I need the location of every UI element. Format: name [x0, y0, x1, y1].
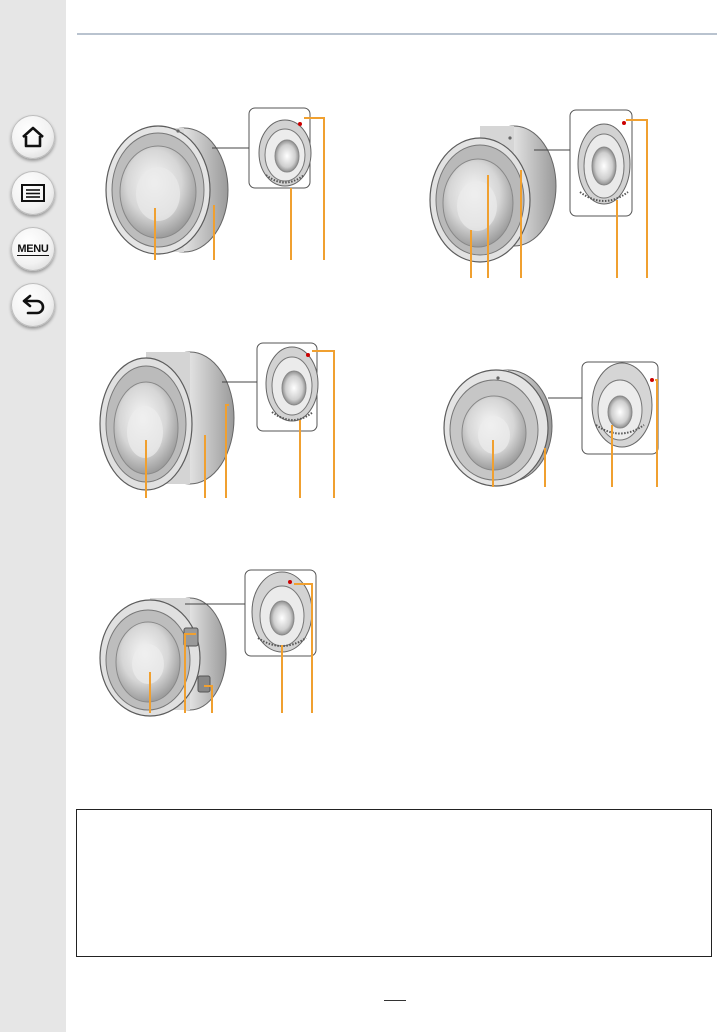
note-box [76, 809, 712, 957]
lens-5 [99, 569, 317, 717]
lens-1 [105, 107, 325, 260]
page-number-mark [384, 1000, 406, 1001]
lens-3 [99, 342, 335, 498]
lens-4 [443, 361, 659, 487]
lens-2 [429, 109, 648, 278]
